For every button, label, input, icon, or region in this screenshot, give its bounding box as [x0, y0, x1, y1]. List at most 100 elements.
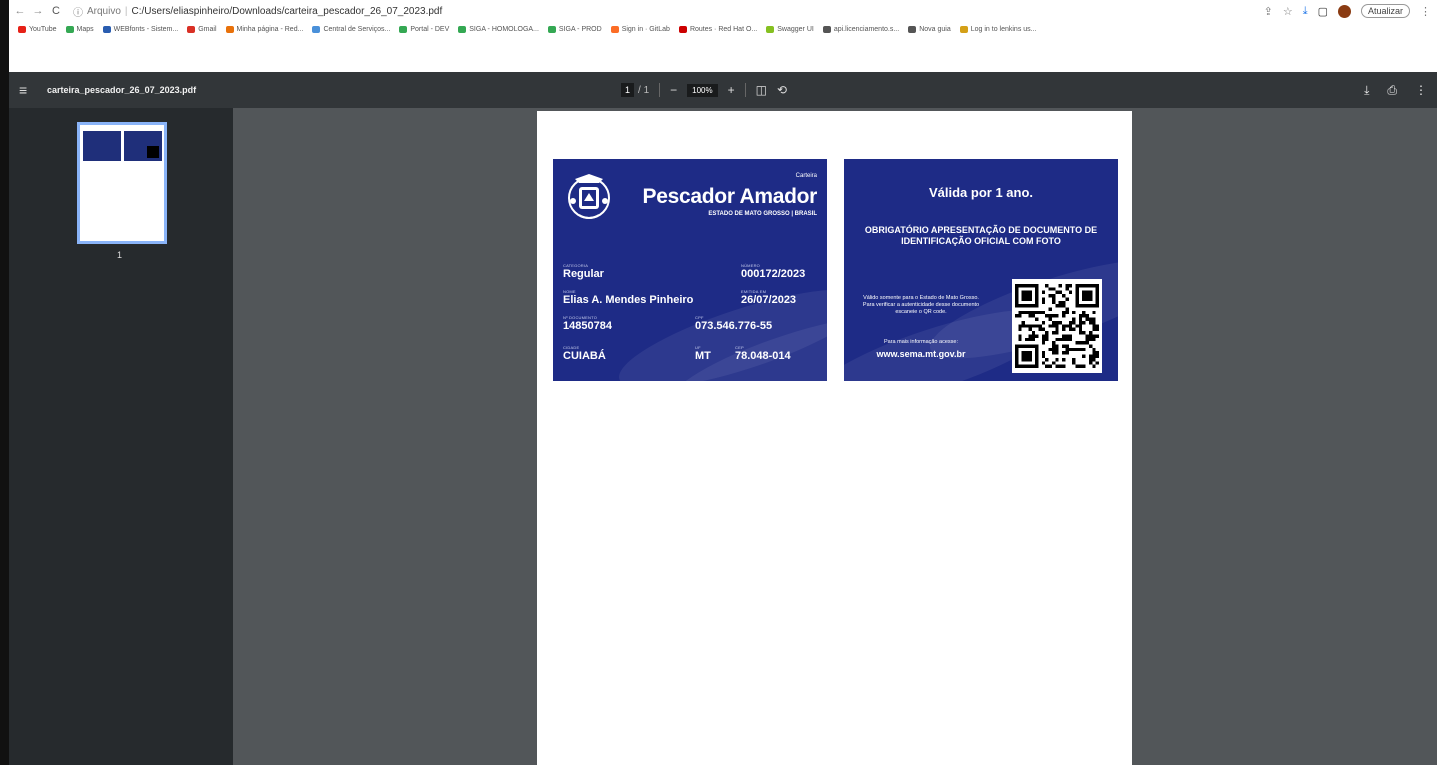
hamburger-menu-icon[interactable]: ≡ [19, 82, 39, 98]
rotate-icon[interactable]: ⟲ [777, 83, 787, 97]
field-nome: Nome Elias A. Mendes Pinheiro [563, 289, 694, 306]
url-separator: | [124, 5, 128, 17]
bookmark-favicon-icon [678, 26, 687, 33]
bookmark-label: Swagger UI [777, 26, 814, 33]
bookmark-label: Sign in · GitLab [621, 26, 670, 33]
pdf-download-icon[interactable]: ⤓ [1364, 83, 1369, 98]
card-kicker: Carteira [795, 173, 817, 179]
bookmark-favicon-icon [822, 26, 831, 33]
zoom-in-icon[interactable]: + [728, 83, 735, 97]
toolbar-divider [744, 83, 746, 97]
info-icon[interactable]: ⓘ [73, 4, 83, 19]
toolbar-spacer [9, 37, 1437, 72]
field-rg: Nº Documento 14850784 [563, 315, 612, 332]
omnibox[interactable]: ⓘ Arquivo | C:/Users/eliaspinheiro/Downl… [73, 2, 1264, 20]
bookmark-favicon-icon [65, 26, 74, 33]
bookmark-label: Nova guia [919, 26, 951, 33]
bookmark-favicon-icon [610, 26, 619, 33]
bookmark-item[interactable]: Routes · Red Hat O... [678, 26, 758, 33]
field-uf: UF MT [695, 345, 711, 362]
pdf-filename: carteira_pescador_26_07_2023.pdf [47, 85, 197, 95]
address-bar-row: ← → C ⓘ Arquivo | C:/Users/eliaspinheiro… [9, 0, 1437, 22]
field-categoria: Categoria Regular [563, 263, 604, 280]
field-cidade: Cidade CUIABÁ [563, 345, 606, 362]
state-coat-of-arms-icon [568, 174, 610, 219]
pdf-page: Carteira Pescador Amador ESTADO DE MATO … [537, 111, 1132, 765]
bookmark-item[interactable]: WEBfonts - Sistem... [102, 26, 179, 33]
bookmark-favicon-icon [959, 26, 968, 33]
bookmark-label: WEBfonts - Sistem... [113, 26, 179, 33]
bookmark-item[interactable]: Swagger UI [766, 26, 814, 33]
star-icon[interactable]: ☆ [1283, 5, 1293, 18]
field-cpf: CPF 073.546.776-55 [695, 315, 773, 332]
bookmark-favicon-icon [18, 26, 26, 33]
bookmark-label: Gmail [198, 26, 217, 33]
bookmark-favicon-icon [102, 26, 111, 33]
bookmark-favicon-icon [399, 26, 408, 33]
zoom-out-icon[interactable]: − [670, 83, 677, 97]
pdf-viewer[interactable]: Carteira Pescador Amador ESTADO DE MATO … [233, 108, 1437, 765]
zoom-input[interactable]: 100% [687, 83, 718, 97]
toolbar-divider [659, 83, 661, 97]
field-numero: Número 000172/2023 [741, 263, 806, 280]
qr-code [1012, 279, 1102, 373]
forward-icon[interactable]: → [31, 5, 45, 17]
bookmark-item[interactable]: Minha página - Red... [225, 26, 304, 33]
card-title: Pescador Amador [642, 185, 818, 208]
pdf-toolbar: ≡ carteira_pescador_26_07_2023.pdf 1 / 1… [9, 72, 1437, 108]
bookmark-label: YouTube [29, 26, 57, 33]
avatar[interactable] [1337, 4, 1351, 18]
bookmark-item[interactable]: Gmail [187, 26, 217, 33]
bookmark-favicon-icon [458, 26, 467, 33]
share-icon[interactable]: ⇪ [1264, 5, 1273, 18]
field-cep: CEP 78.048-014 [735, 345, 791, 362]
more-info-label: Para mais informação acesse: [884, 339, 958, 345]
bookmark-label: Central de Serviços... [323, 26, 391, 33]
bookmark-item[interactable]: Portal - DEV [399, 26, 449, 33]
thumbnail-page-label: 1 [117, 250, 123, 260]
validity-title: Válida por 1 ano. [928, 185, 1034, 200]
bookmark-favicon-icon [766, 26, 775, 33]
bookmark-favicon-icon [908, 26, 917, 33]
page-number-input[interactable]: 1 [621, 83, 635, 97]
bookmark-label: SIGA - PROD [558, 26, 602, 33]
verification-info: Válido somente para o Estado de Mato Gro… [862, 295, 980, 315]
bookmark-favicon-icon [547, 26, 556, 33]
page-total: / 1 [638, 84, 650, 96]
bookmark-item[interactable]: Nova guia [908, 26, 951, 33]
fit-page-icon[interactable]: ◫ [756, 83, 767, 97]
bookmark-favicon-icon [225, 26, 234, 33]
bookmark-item[interactable]: Log in to lenkins us... [959, 26, 1037, 33]
bookmark-item[interactable]: Sign in · GitLab [610, 26, 670, 33]
sidepanel-icon[interactable]: ▢ [1318, 5, 1328, 18]
bookmark-favicon-icon [312, 26, 321, 33]
bookmark-label: Log in to lenkins us... [970, 26, 1037, 33]
back-icon[interactable]: ← [13, 5, 27, 17]
bookmark-item[interactable]: YouTube [18, 26, 57, 33]
url-path: C:/Users/eliaspinheiro/Downloads/carteir… [131, 5, 443, 17]
update-button[interactable]: Atualizar [1360, 4, 1410, 18]
bookmark-label: Maps [76, 26, 94, 33]
reload-icon[interactable]: C [49, 5, 63, 17]
url-scheme: Arquivo [87, 5, 121, 17]
card-subtitle: ESTADO DE MATO GROSSO | BRASIL [708, 211, 817, 217]
bookmark-item[interactable]: SIGA - PROD [547, 26, 602, 33]
field-emitida: Emitida em 26/07/2023 [741, 289, 797, 306]
thumbnail-card-front [83, 131, 121, 161]
card-front: Carteira Pescador Amador ESTADO DE MATO … [553, 159, 827, 381]
bookmark-item[interactable]: api.licenciamento.s... [822, 26, 899, 33]
thumbnail-card-back [124, 131, 162, 161]
bookmark-item[interactable]: Maps [65, 26, 94, 33]
more-options-icon[interactable]: ⋮ [1415, 83, 1427, 97]
bookmark-item[interactable]: Central de Serviços... [312, 26, 390, 33]
menu-icon[interactable]: ⋮ [1420, 5, 1431, 18]
bookmark-favicon-icon [187, 26, 196, 33]
bookmark-label: Minha página - Red... [236, 26, 304, 33]
page-thumbnail[interactable] [77, 122, 167, 244]
download-icon[interactable]: ⤓ [1303, 5, 1308, 18]
website-url: www.sema.mt.gov.br [876, 349, 966, 359]
bookmark-item[interactable]: SIGA - HOMOLOGA... [458, 26, 539, 33]
bookmark-label: Routes · Red Hat O... [689, 26, 758, 33]
bookmark-label: Portal - DEV [410, 26, 450, 33]
print-icon[interactable]: ⎙ [1387, 83, 1397, 98]
